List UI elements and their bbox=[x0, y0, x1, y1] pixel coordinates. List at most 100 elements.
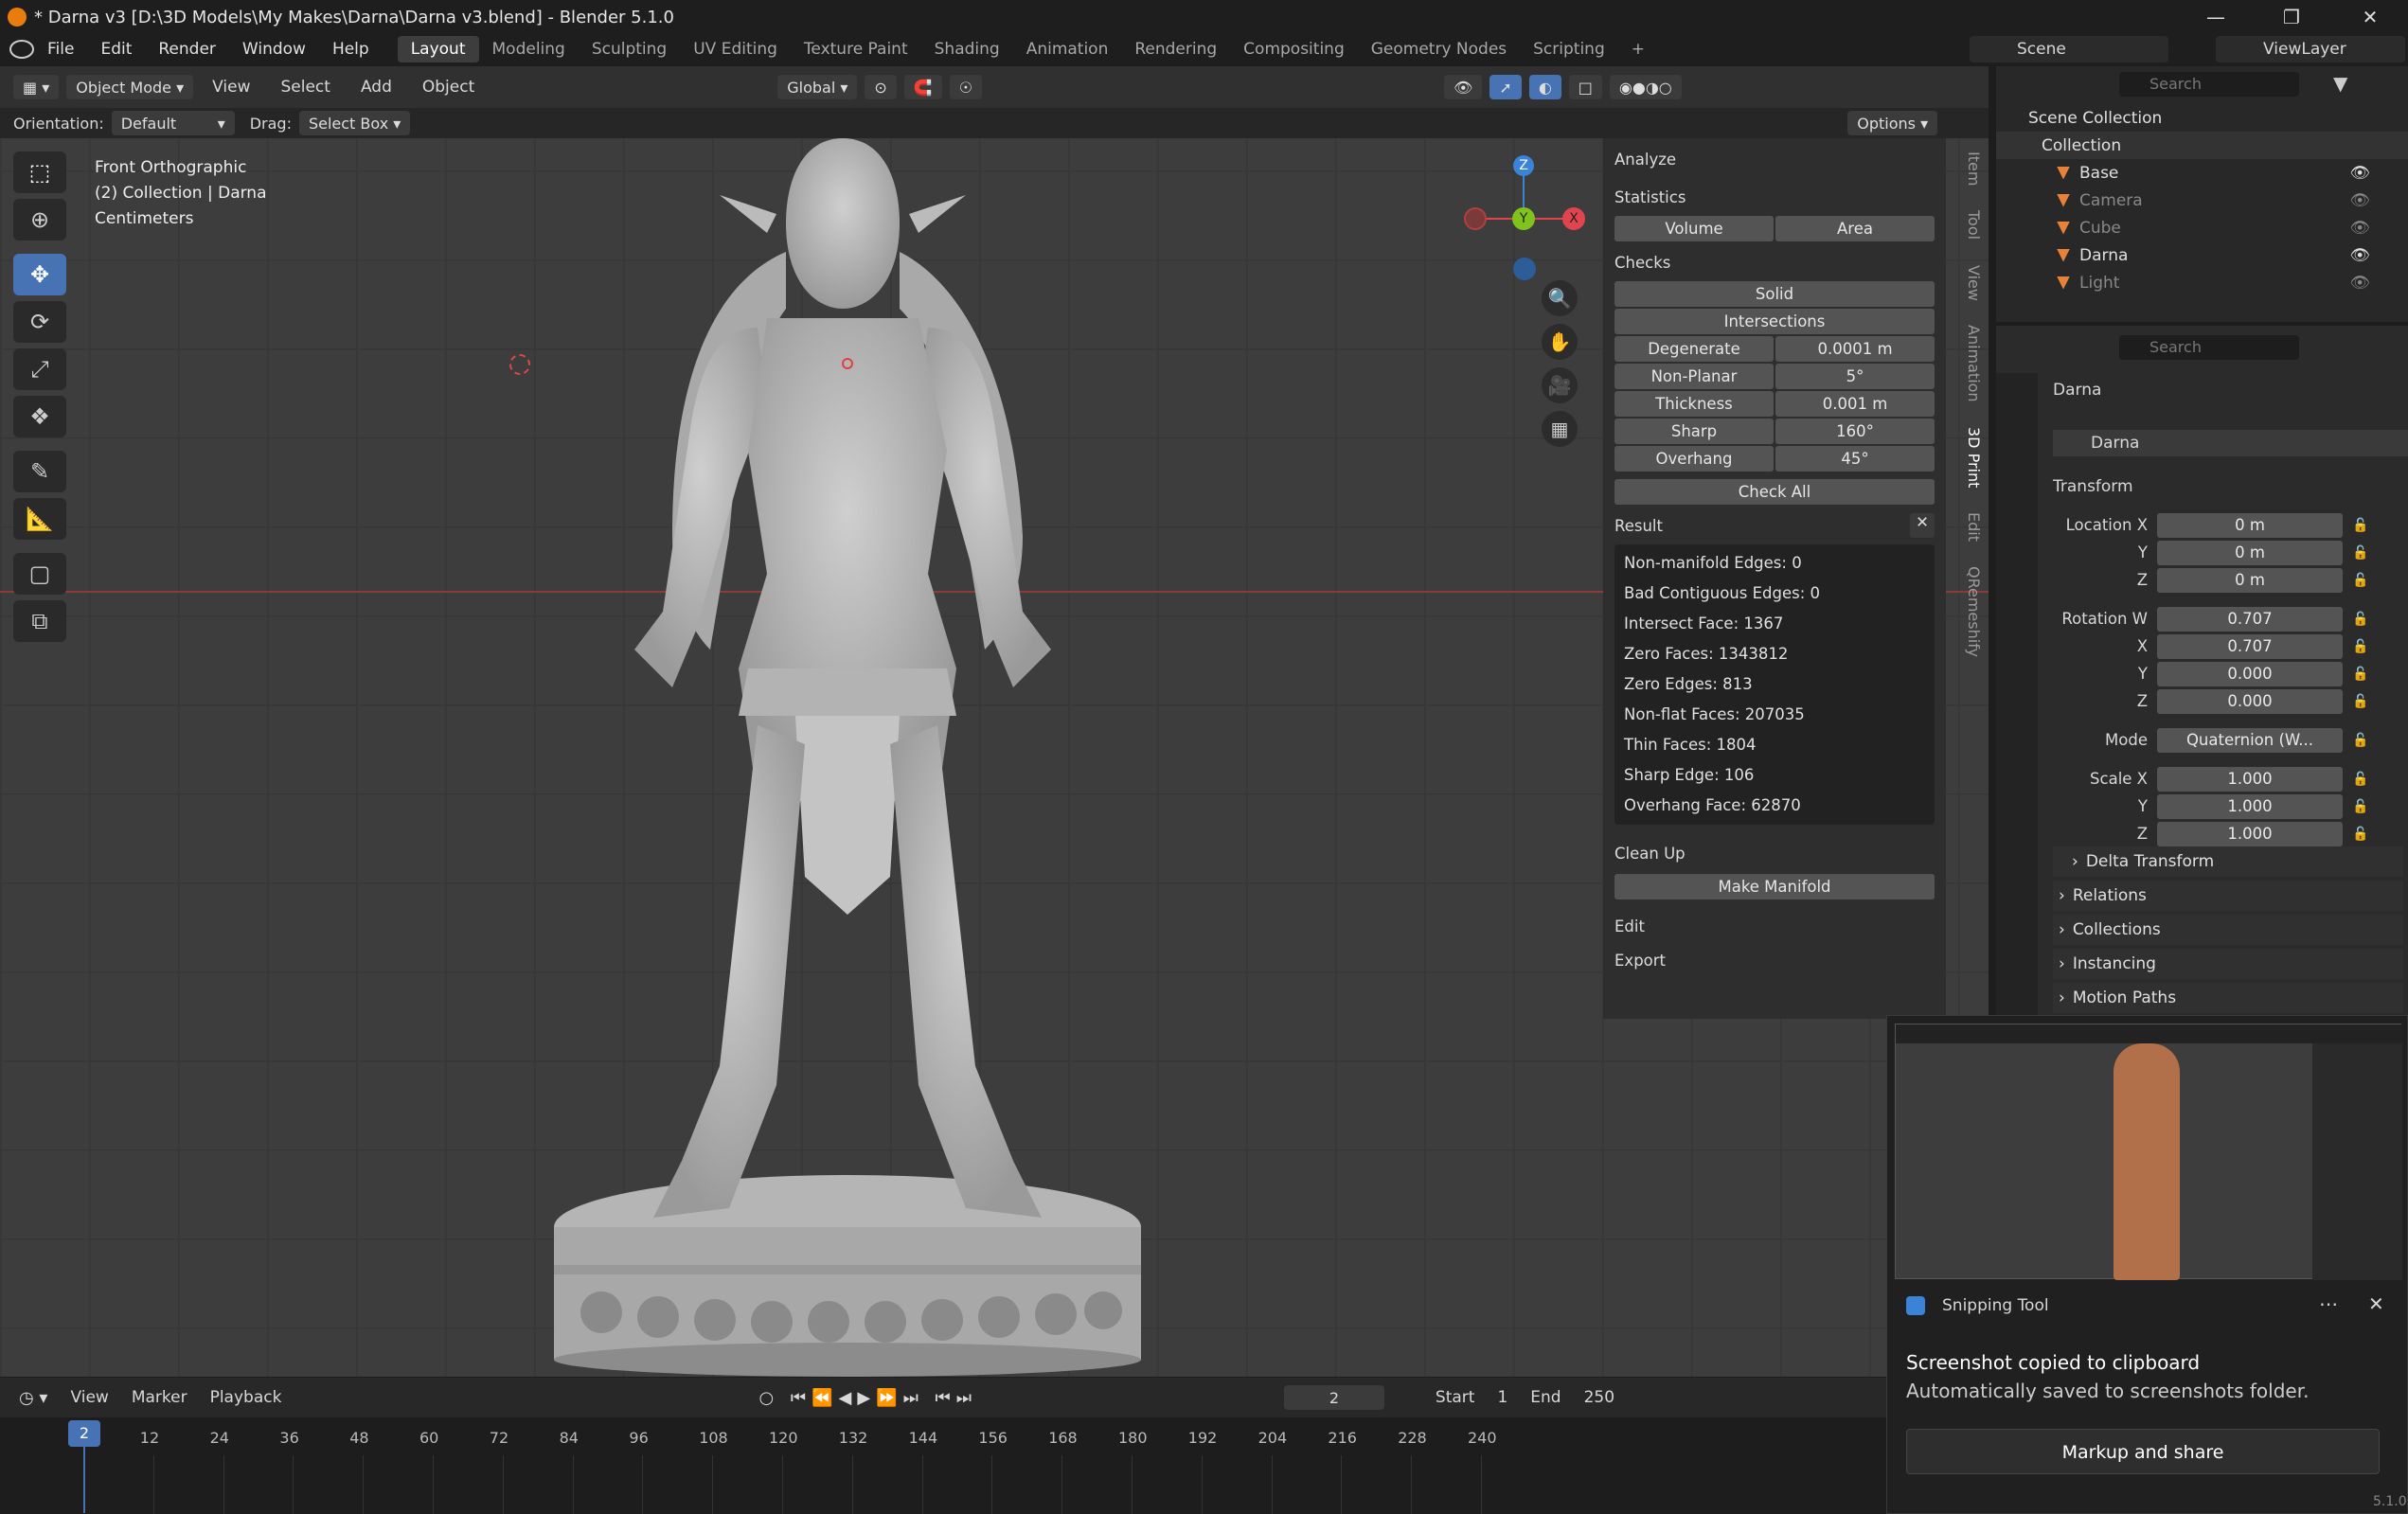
gizmo-z-axis[interactable]: Z bbox=[1513, 155, 1534, 176]
lock-icon[interactable]: 🔓 bbox=[2352, 545, 2368, 561]
outliner-search[interactable]: Search bbox=[2119, 72, 2299, 97]
snap-icon[interactable]: 🧲 bbox=[903, 75, 942, 99]
clear-result-icon[interactable]: ✕ bbox=[1910, 513, 1935, 538]
orientation-dropdown[interactable]: Default ▾ bbox=[111, 111, 235, 135]
snipping-tool-notification[interactable]: Snipping Tool ⋯ ✕ Screenshot copied to c… bbox=[1886, 1015, 2408, 1514]
lock-icon[interactable]: 🔓 bbox=[2352, 667, 2368, 682]
sidebar-tab[interactable]: Animation bbox=[1956, 325, 1983, 402]
navigation-gizmo[interactable]: Z Y X bbox=[1458, 151, 1591, 284]
area-button[interactable]: Area bbox=[1775, 216, 1935, 241]
gizmo-neg-z[interactable] bbox=[1513, 258, 1536, 280]
lock-icon[interactable]: 🔓 bbox=[2352, 639, 2368, 654]
edit-header[interactable]: Edit bbox=[1614, 913, 1935, 939]
result-line[interactable]: Bad Contiguous Edges: 0 bbox=[1614, 579, 1935, 609]
select-box-tool-icon[interactable]: ⬚ bbox=[13, 151, 66, 193]
tab-compositing[interactable]: Compositing bbox=[1230, 36, 1358, 62]
tab-rendering[interactable]: Rendering bbox=[1121, 36, 1230, 62]
visibility-icon[interactable]: 👁 bbox=[1444, 75, 1483, 99]
markup-and-share-button[interactable]: Markup and share bbox=[1906, 1429, 2380, 1474]
check-value[interactable]: 5° bbox=[1775, 364, 1935, 389]
result-line[interactable]: Non-manifold Edges: 0 bbox=[1614, 548, 1935, 579]
properties-section-header[interactable]: › Instancing bbox=[2053, 949, 2403, 979]
pan-hand-icon[interactable]: ✋ bbox=[1542, 324, 1578, 360]
object-mode-dropdown[interactable]: Object Mode ▾ bbox=[66, 75, 194, 99]
clean-up-header[interactable]: Clean Up bbox=[1614, 840, 1935, 866]
scene-selector[interactable]: Scene bbox=[1970, 36, 2168, 62]
timeline-menu-playback[interactable]: Playback bbox=[210, 1388, 282, 1407]
tab-sculpting[interactable]: Sculpting bbox=[579, 36, 680, 62]
tab-scripting[interactable]: Scripting bbox=[1520, 36, 1618, 62]
object-name-field[interactable]: Darna bbox=[2053, 430, 2408, 456]
measure-tool-icon[interactable]: 📐 bbox=[13, 498, 66, 540]
darna-statue-model[interactable] bbox=[530, 138, 1193, 1377]
transform-tool-icon[interactable]: ❖ bbox=[13, 396, 66, 437]
end-frame-value[interactable]: 250 bbox=[1584, 1388, 1614, 1407]
outliner-item[interactable]: Camera 👁 bbox=[1996, 187, 2408, 214]
lock-icon[interactable]: 🔓 bbox=[2352, 694, 2368, 709]
gizmo-x-axis[interactable]: X bbox=[1562, 207, 1585, 230]
sidebar-tab[interactable]: 3D Print bbox=[1956, 427, 1983, 488]
eye-icon[interactable]: 👁 bbox=[2349, 164, 2370, 183]
field-value[interactable]: 0.000 bbox=[2157, 688, 2343, 714]
gizmo-y-axis[interactable]: Y bbox=[1512, 207, 1535, 230]
ortho-grid-icon[interactable]: ▦ bbox=[1542, 411, 1578, 447]
sidebar-tab[interactable]: QRemeshify bbox=[1956, 566, 1983, 657]
filter-icon[interactable]: ▼ bbox=[2333, 72, 2347, 95]
add-workspace-button[interactable]: + bbox=[1618, 36, 1658, 62]
field-value[interactable]: 0.000 bbox=[2157, 661, 2343, 686]
tab-texture-paint[interactable]: Texture Paint bbox=[791, 36, 921, 62]
check-label[interactable]: Non-Planar bbox=[1614, 364, 1774, 389]
result-line[interactable]: Thin Faces: 1804 bbox=[1614, 730, 1935, 760]
tab-uv-editing[interactable]: UV Editing bbox=[680, 36, 791, 62]
outliner-item[interactable]: Cube 👁 bbox=[1996, 214, 2408, 241]
field-value[interactable]: Quaternion (W... bbox=[2157, 727, 2343, 753]
sidebar-tab[interactable]: Item bbox=[1956, 151, 1983, 186]
menu-edit[interactable]: Edit bbox=[87, 40, 145, 59]
eye-icon[interactable]: 👁 bbox=[2349, 219, 2370, 238]
result-line[interactable]: Sharp Edge: 106 bbox=[1614, 760, 1935, 791]
check-label[interactable]: Degenerate bbox=[1614, 336, 1774, 362]
menu-file[interactable]: File bbox=[34, 40, 87, 59]
menu-render[interactable]: Render bbox=[145, 40, 229, 59]
drag-dropdown[interactable]: Select Box ▾ bbox=[298, 111, 411, 135]
transform-header[interactable]: Transform bbox=[2053, 477, 2133, 496]
lock-icon[interactable]: 🔓 bbox=[2352, 573, 2368, 588]
properties-search[interactable]: Search bbox=[2119, 335, 2299, 360]
lock-icon[interactable]: 🔓 bbox=[2352, 612, 2368, 627]
maximize-button[interactable]: ❐ bbox=[2254, 0, 2329, 34]
rotate-tool-icon[interactable]: ⟳ bbox=[13, 301, 66, 343]
properties-section-header[interactable]: › Relations bbox=[2053, 881, 2403, 911]
annotate-tool-icon[interactable]: ✎ bbox=[13, 451, 66, 492]
scene-collection-row[interactable]: Scene Collection bbox=[1996, 104, 2408, 132]
check-label[interactable]: Sharp bbox=[1614, 419, 1774, 444]
field-value[interactable]: 1.000 bbox=[2157, 793, 2343, 819]
volume-button[interactable]: Volume bbox=[1614, 216, 1774, 241]
outliner-item[interactable]: Darna 👁 bbox=[1996, 241, 2408, 269]
field-value[interactable]: 1.000 bbox=[2157, 821, 2343, 846]
eye-icon[interactable]: 👁 bbox=[2349, 191, 2370, 210]
export-header[interactable]: Export bbox=[1614, 947, 1935, 973]
timeline-editor-icon[interactable]: ◷ ▾ bbox=[19, 1388, 47, 1408]
timeline-menu-marker[interactable]: Marker bbox=[132, 1388, 187, 1407]
outliner-item[interactable]: Base 👁 bbox=[1996, 159, 2408, 187]
start-frame-value[interactable]: 1 bbox=[1497, 1388, 1507, 1407]
tab-animation[interactable]: Animation bbox=[1013, 36, 1122, 62]
xray-icon[interactable]: □ bbox=[1568, 75, 1602, 99]
result-line[interactable]: Zero Edges: 813 bbox=[1614, 669, 1935, 700]
solid-button[interactable]: Solid bbox=[1614, 281, 1935, 307]
playhead[interactable]: 2 bbox=[68, 1420, 100, 1447]
eye-icon[interactable]: 👁 bbox=[2349, 274, 2370, 293]
viewport-menu-view[interactable]: View bbox=[201, 78, 261, 97]
transform-orientation-dropdown[interactable]: Global ▾ bbox=[777, 75, 858, 99]
sidebar-tab[interactable]: Edit bbox=[1956, 512, 1983, 542]
properties-section-header[interactable]: › Collections bbox=[2053, 915, 2403, 945]
lock-icon[interactable]: 🔓 bbox=[2352, 733, 2368, 748]
viewport-menu-select[interactable]: Select bbox=[270, 78, 342, 97]
timeline-menu-view[interactable]: View bbox=[70, 1388, 108, 1407]
blender-menu-icon[interactable] bbox=[9, 40, 34, 59]
sidebar-tab[interactable]: Tool bbox=[1956, 210, 1983, 240]
pivot-point-icon[interactable]: ⊙ bbox=[865, 75, 897, 99]
collection-row[interactable]: Collection bbox=[1996, 132, 2408, 159]
current-frame-field[interactable]: 2 bbox=[1283, 1385, 1384, 1410]
add-cube-tool-icon[interactable]: ▢ bbox=[13, 553, 66, 595]
